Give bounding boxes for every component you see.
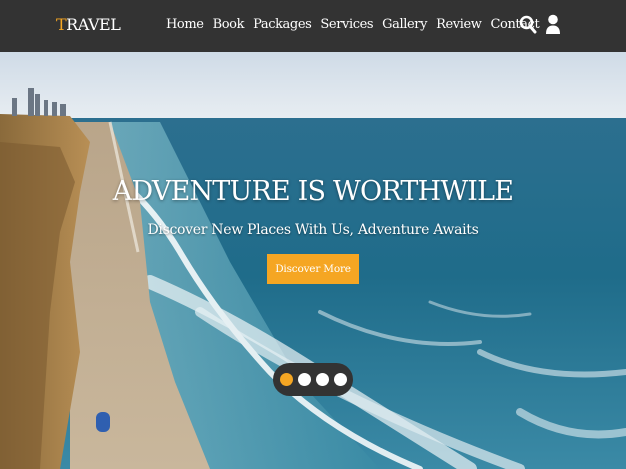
slide-dot-3[interactable] [315,373,329,386]
top-navbar: TRAVEL Home Book Packages Services Galle… [0,0,626,52]
hero-headline: ADVENTURE IS WORTHWILE [112,176,514,207]
discover-more-button[interactable]: Discover More [267,254,359,284]
brand-logo-first-letter: T [56,15,67,34]
hero-subheadline: Discover New Places With Us, Adventure A… [147,222,479,238]
slide-dot-4[interactable] [333,373,347,386]
slide-dot-1[interactable] [279,373,293,386]
user-icon[interactable] [545,14,561,40]
nav-item-home[interactable]: Home [166,17,204,32]
nav-item-book[interactable]: Book [213,17,245,32]
nav-menu: Home Book Packages Services Gallery Revi… [166,17,540,32]
brand-logo-rest: RAVEL [66,15,121,34]
search-icon[interactable] [519,15,537,39]
brand-logo[interactable]: TRAVEL [56,15,121,34]
nav-item-gallery[interactable]: Gallery [382,17,427,32]
nav-item-review[interactable]: Review [436,17,482,32]
nav-item-packages[interactable]: Packages [253,17,312,32]
slider-pagination [273,363,353,396]
nav-item-services[interactable]: Services [320,17,373,32]
hero-banner: ADVENTURE IS WORTHWILE Discover New Plac… [0,52,626,469]
slide-dot-2[interactable] [297,373,311,386]
